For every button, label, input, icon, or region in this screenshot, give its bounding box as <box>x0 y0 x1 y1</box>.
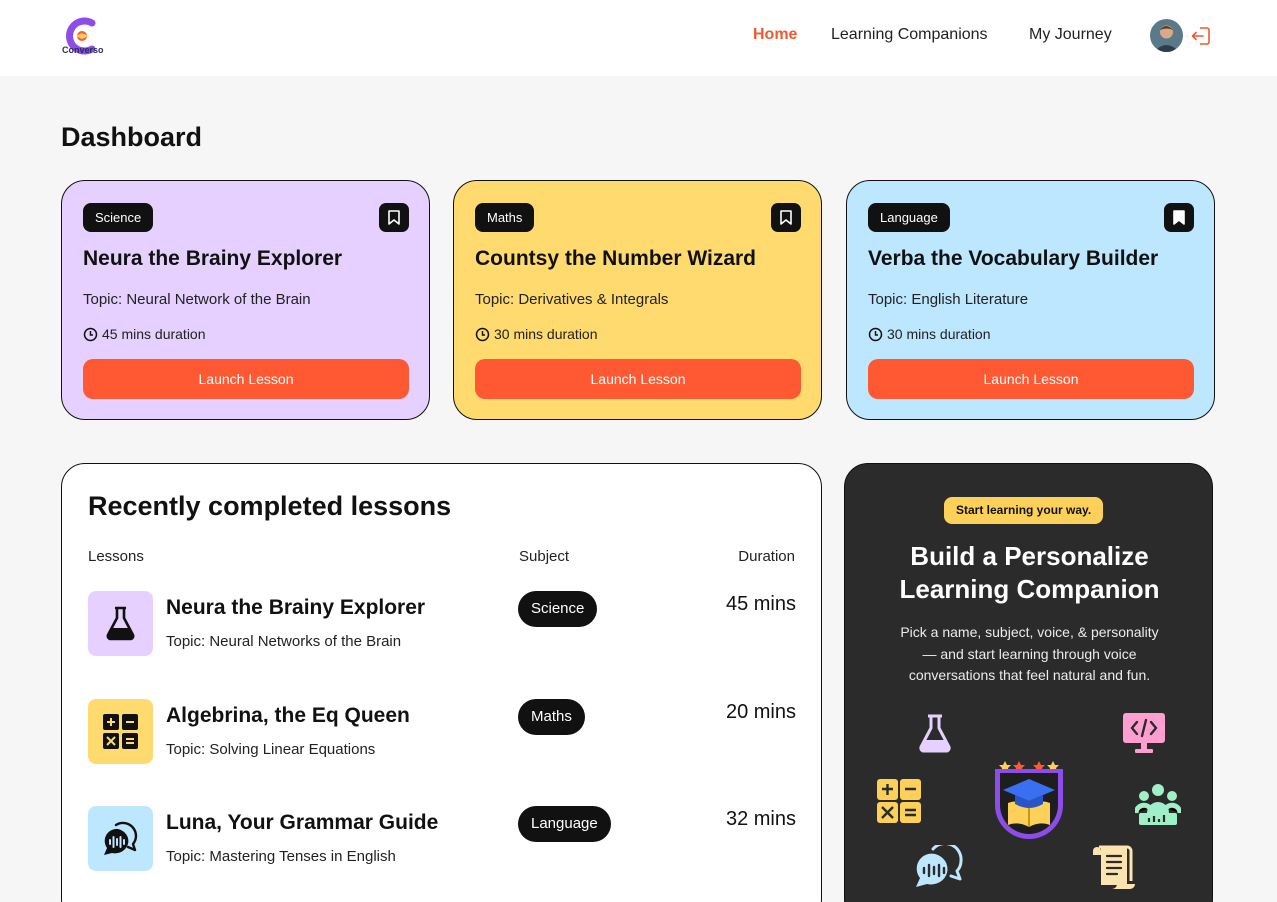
lesson-topic: Topic: Mastering Tenses in English <box>166 848 396 865</box>
column-header-subject: Subject <box>519 548 570 565</box>
build-companion-panel: Start learning your way. Build a Persona… <box>844 463 1213 902</box>
recent-lessons-panel: Recently completed lessons Lessons Subje… <box>61 463 822 902</box>
column-header-duration: Duration <box>738 548 795 565</box>
subject-badge: Language <box>868 203 950 232</box>
lesson-icon-tile <box>88 806 153 871</box>
calculator-icon <box>103 714 138 749</box>
flask-icon <box>919 714 951 753</box>
launch-lesson-button[interactable]: Launch Lesson <box>475 359 801 399</box>
bookmark-icon <box>780 210 792 225</box>
card-duration-text: 30 mins duration <box>494 326 598 342</box>
cta-pill: Start learning your way. <box>944 497 1104 524</box>
card-topic: Topic: English Literature <box>868 291 1029 308</box>
navbar: Converso Home Learning Companions My Jou… <box>0 0 1277 76</box>
subject-badge: Maths <box>475 203 535 232</box>
cta-title: Build a Personalize Learning Companion <box>845 540 1214 606</box>
cta-description-line: conversations that feel natural and fun. <box>908 667 1151 683</box>
card-title: Countsy the Number Wizard <box>475 247 756 270</box>
card-title: Verba the Vocabulary Builder <box>868 247 1159 270</box>
scroll-icon <box>1093 845 1135 889</box>
card-title: Neura the Brainy Explorer <box>83 247 343 270</box>
card-topic: Topic: Derivatives & Integrals <box>475 291 669 308</box>
companion-card: Maths Countsy the Number Wizard Topic: D… <box>453 180 822 420</box>
logout-icon[interactable] <box>1191 26 1211 46</box>
lesson-row[interactable]: Algebrina, the Eq Queen Topic: Solving L… <box>88 699 796 779</box>
cta-title-line: Build a Personalize <box>910 541 1149 571</box>
graduation-badge-icon <box>995 761 1063 839</box>
lesson-title: Neura the Brainy Explorer <box>166 596 426 619</box>
recent-lessons-title: Recently completed lessons <box>88 491 452 521</box>
subject-badge: Science <box>518 591 598 627</box>
lesson-topic: Topic: Neural Networks of the Brain <box>166 633 402 650</box>
card-topic: Topic: Neural Network of the Brain <box>83 291 311 308</box>
card-duration: 30 mins duration <box>475 326 598 342</box>
page-title: Dashboard <box>61 122 203 152</box>
bookmark-button[interactable] <box>379 203 409 232</box>
launch-lesson-button[interactable]: Launch Lesson <box>868 359 1194 399</box>
bookmark-button[interactable] <box>1164 203 1194 232</box>
column-header-lessons: Lessons <box>88 548 144 565</box>
subject-badge: Science <box>83 203 154 232</box>
lesson-row[interactable]: Neura the Brainy Explorer Topic: Neural … <box>88 591 796 671</box>
code-monitor-icon <box>1123 713 1165 753</box>
logo-text: Converso <box>62 45 104 55</box>
clock-icon <box>475 327 490 342</box>
nav-learning-companions[interactable]: Learning Companions <box>831 26 988 44</box>
clock-icon <box>83 327 98 342</box>
companion-card: Science Neura the Brainy Explorer Topic:… <box>61 180 430 420</box>
speech-bubble-icon <box>104 821 138 855</box>
subject-badge: Language <box>518 806 611 842</box>
lesson-title: Luna, Your Grammar Guide <box>166 811 439 834</box>
cta-description-line: Pick a name, subject, voice, & personali… <box>900 624 1159 640</box>
lesson-duration: 45 mins <box>725 593 796 615</box>
cta-description-line: — and start learning through voice <box>922 645 1137 662</box>
card-duration: 45 mins duration <box>83 326 206 342</box>
team-stats-icon <box>1135 784 1181 825</box>
nav-my-journey[interactable]: My Journey <box>1029 26 1112 44</box>
card-duration-text: 30 mins duration <box>887 326 991 342</box>
lesson-title: Algebrina, the Eq Queen <box>166 704 410 727</box>
lesson-row[interactable]: Luna, Your Grammar Guide Topic: Masterin… <box>88 806 796 886</box>
lesson-icon-tile <box>88 699 153 764</box>
lesson-duration: 32 mins <box>725 808 796 830</box>
lesson-icon-tile <box>88 591 153 656</box>
companion-card: Language Verba the Vocabulary Builder To… <box>846 180 1215 420</box>
launch-lesson-button[interactable]: Launch Lesson <box>83 359 409 399</box>
cta-description: Pick a name, subject, voice, & personali… <box>885 622 1174 687</box>
lesson-topic: Topic: Solving Linear Equations <box>166 741 376 758</box>
bookmark-button[interactable] <box>771 203 801 232</box>
nav-home[interactable]: Home <box>753 26 797 44</box>
clock-icon <box>868 327 883 342</box>
lesson-duration: 20 mins <box>725 701 796 723</box>
flask-icon <box>106 606 135 641</box>
cta-title-line: Learning Companion <box>899 574 1160 604</box>
voice-chat-icon <box>916 845 963 887</box>
bookmark-filled-icon <box>1173 210 1185 225</box>
bookmark-icon <box>388 210 400 225</box>
subject-badge: Maths <box>518 699 585 735</box>
card-duration: 30 mins duration <box>868 326 991 342</box>
card-duration-text: 45 mins duration <box>102 326 206 342</box>
calculator-icon <box>877 779 921 823</box>
avatar[interactable] <box>1150 19 1183 52</box>
